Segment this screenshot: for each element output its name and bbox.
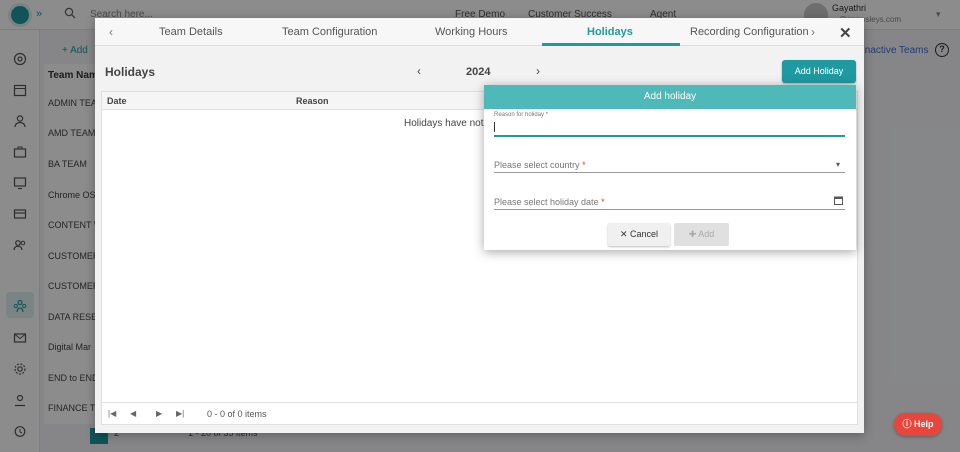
cancel-label: Cancel (630, 229, 659, 239)
reason-field-label: Reason for holiday * (494, 112, 548, 118)
holiday-date-field[interactable]: Please select holiday date * (494, 197, 605, 207)
add-holiday-button[interactable]: Add Holiday (782, 60, 856, 83)
previous-year-icon[interactable]: ‹ (417, 64, 421, 78)
pager-info: 0 - 0 of 0 items (207, 409, 267, 419)
chevron-right-icon[interactable]: › (811, 25, 815, 39)
date-column-header[interactable]: Date (107, 96, 127, 106)
reason-field[interactable] (494, 122, 495, 132)
dialog-title: Add holiday (484, 85, 856, 109)
reason-field-underline (494, 135, 845, 137)
plus-icon: ✚ (688, 229, 697, 239)
last-page-icon[interactable]: ▶| (176, 409, 184, 418)
close-icon[interactable]: ✕ (839, 24, 852, 42)
close-icon: ✕ (619, 229, 628, 239)
required-mark: * (545, 112, 549, 118)
add-holiday-dialog: Add holiday Reason for holiday * Please … (484, 85, 856, 250)
tab-bar: ‹ Team Details Team Configuration Workin… (95, 18, 864, 46)
page-title: Holidays (105, 65, 156, 79)
country-select[interactable]: Please select country * (494, 160, 586, 170)
country-placeholder: Please select country (494, 160, 580, 170)
next-page-icon[interactable]: ▶ (156, 409, 162, 418)
pager: |◀ ◀ ▶ ▶| 0 - 0 of 0 items (102, 402, 857, 425)
country-field-underline (494, 172, 845, 173)
next-year-icon[interactable]: › (536, 64, 540, 78)
tab-team-details[interactable]: Team Details (159, 26, 223, 38)
add-button[interactable]: ✚ Add (674, 223, 729, 246)
calendar-icon[interactable] (834, 196, 843, 205)
reason-column-header[interactable]: Reason (296, 96, 329, 106)
date-field-underline (494, 209, 845, 210)
add-label: Add (698, 229, 715, 239)
chevron-left-icon[interactable]: ‹ (109, 25, 113, 39)
year-label: 2024 (466, 66, 491, 78)
empty-state-message: Holidays have not (404, 118, 484, 129)
active-tab-indicator (542, 43, 680, 46)
required-mark: * (582, 160, 586, 170)
help-button[interactable]: ⓘ Help (894, 413, 942, 436)
tab-recording-configuration[interactable]: Recording Configuration (690, 26, 809, 38)
tab-working-hours[interactable]: Working Hours (435, 26, 508, 38)
required-mark: * (601, 197, 605, 207)
tab-team-configuration[interactable]: Team Configuration (282, 26, 377, 38)
prev-page-icon[interactable]: ◀ (130, 409, 136, 418)
tab-holidays[interactable]: Holidays (587, 26, 633, 38)
help-icon: ⓘ (902, 419, 912, 429)
help-label: Help (914, 419, 934, 429)
date-placeholder: Please select holiday date (494, 197, 599, 207)
reason-label-text: Reason for holiday (494, 112, 545, 118)
cancel-button[interactable]: ✕ Cancel (608, 223, 670, 246)
first-page-icon[interactable]: |◀ (108, 409, 116, 418)
dropdown-arrow-icon[interactable]: ▾ (836, 160, 840, 169)
